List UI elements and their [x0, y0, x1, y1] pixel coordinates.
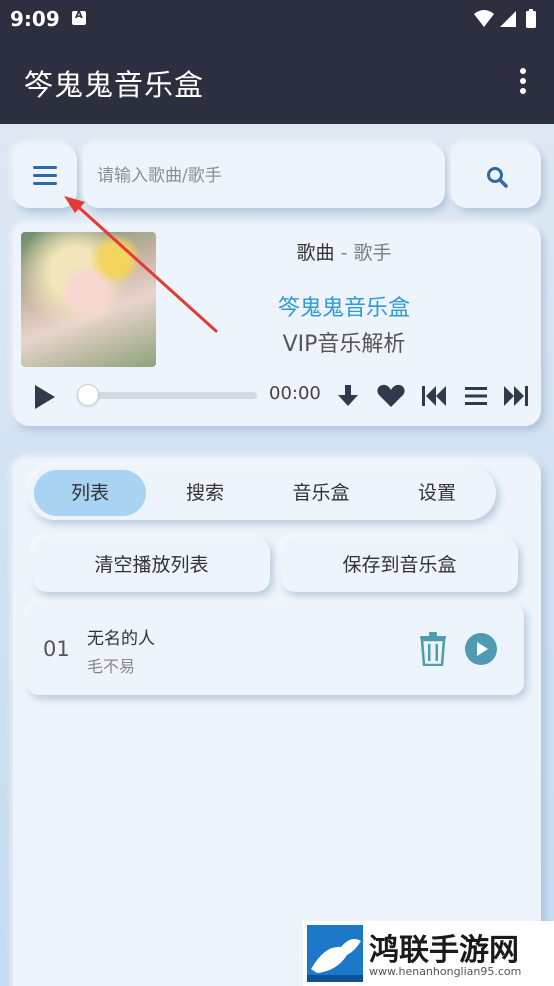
song-singer: 毛不易	[87, 657, 136, 676]
song-name: 无名的人	[87, 629, 155, 649]
player-subtitle: VIP音乐解析	[282, 332, 406, 357]
song-index: 01	[43, 637, 70, 661]
search-button[interactable]	[451, 144, 541, 208]
tab-bar: 列表 搜索 音乐盒 设置	[28, 466, 496, 520]
progress-handle[interactable]	[77, 384, 99, 406]
search-box	[83, 144, 445, 208]
wifi-icon	[474, 10, 494, 27]
heart-icon[interactable]	[377, 384, 405, 408]
play-icon[interactable]	[33, 384, 57, 410]
search-input[interactable]	[97, 158, 427, 194]
watermark: 鸿联手游网 www.henanhonglian95.com	[303, 921, 554, 986]
notification-icon	[72, 10, 86, 25]
list-item[interactable]: 01 无名的人 毛不易	[27, 604, 524, 695]
playlist-icon[interactable]	[464, 386, 488, 406]
search-icon	[487, 167, 508, 188]
play-circle-icon[interactable]	[464, 632, 498, 666]
status-time: 9:09	[10, 7, 60, 31]
song-artist: 歌手	[353, 242, 392, 264]
hamburger-icon	[33, 166, 57, 190]
player-brand: 笒鬼鬼音乐盒	[277, 296, 410, 321]
app-title: 笒鬼鬼音乐盒	[24, 68, 205, 102]
title-separator: -	[334, 242, 354, 264]
watermark-url: www.henanhonglian95.com	[369, 965, 522, 978]
album-cover	[21, 232, 156, 367]
more-options-icon[interactable]	[518, 68, 528, 96]
playback-time: 00:00	[269, 383, 321, 404]
tab-music-box[interactable]: 音乐盒	[265, 470, 377, 516]
main-content: 歌曲 - 歌手 笒鬼鬼音乐盒 VIP音乐解析 00:00	[0, 124, 554, 986]
app-bar: 笒鬼鬼音乐盒	[0, 38, 554, 124]
download-icon[interactable]	[337, 384, 359, 408]
now-playing-line: 歌曲 - 歌手	[158, 238, 530, 265]
watermark-logo	[307, 925, 363, 982]
tab-list[interactable]: 列表	[34, 470, 146, 516]
menu-button[interactable]	[13, 144, 77, 208]
previous-icon[interactable]	[421, 385, 447, 407]
clear-playlist-button[interactable]: 清空播放列表	[33, 538, 270, 592]
battery-icon	[526, 11, 536, 28]
player-card: 歌曲 - 歌手 笒鬼鬼音乐盒 VIP音乐解析 00:00	[13, 224, 541, 426]
next-icon[interactable]	[503, 385, 529, 407]
song-title: 歌曲	[296, 242, 335, 264]
signal-icon	[500, 11, 516, 27]
progress-bar[interactable]	[85, 392, 257, 399]
save-to-music-box-button[interactable]: 保存到音乐盒	[281, 538, 518, 592]
watermark-name: 鸿联手游网	[369, 933, 519, 968]
trash-icon[interactable]	[419, 632, 447, 666]
tab-search[interactable]: 搜索	[149, 470, 261, 516]
status-bar: 9:09	[0, 0, 554, 38]
tab-settings[interactable]: 设置	[381, 470, 493, 516]
system-status-icons	[474, 9, 536, 28]
